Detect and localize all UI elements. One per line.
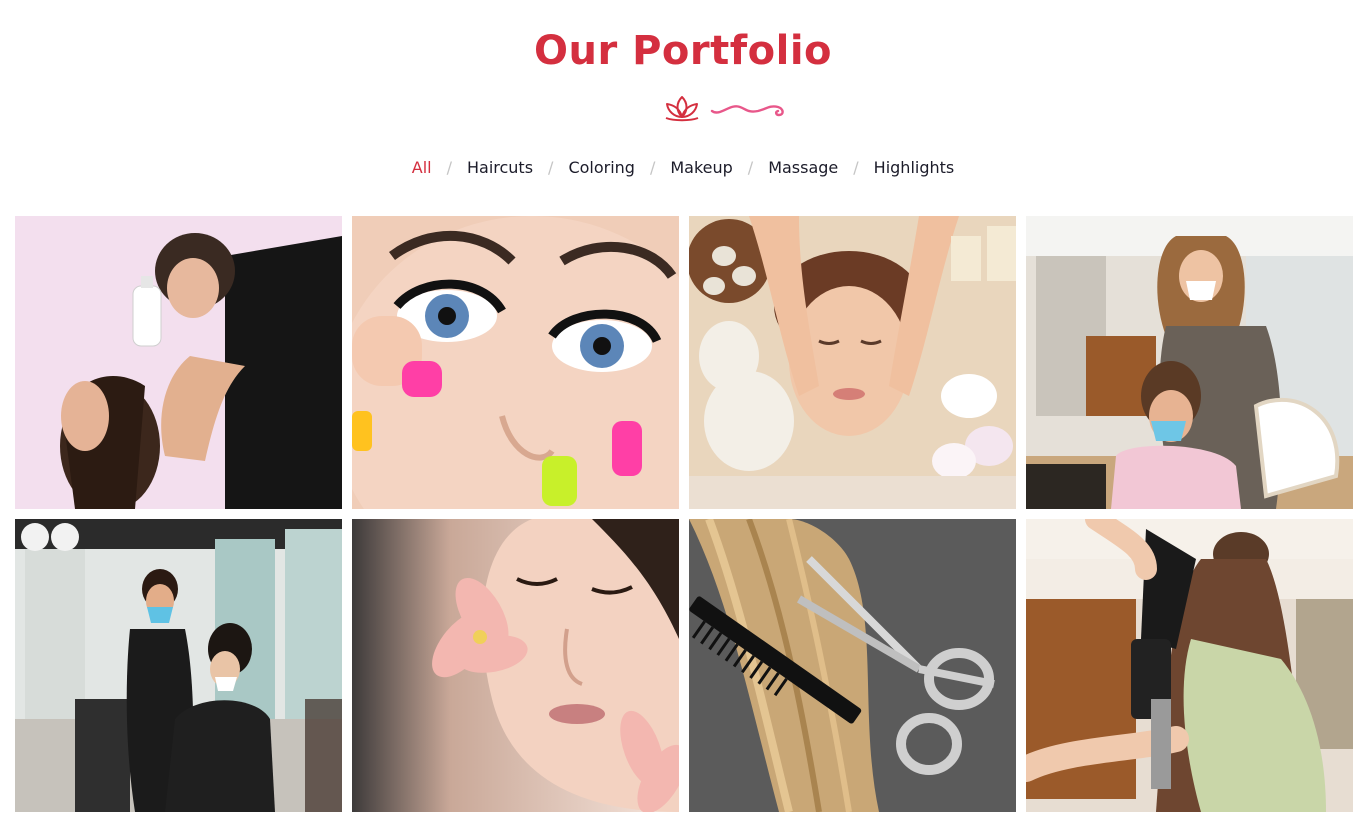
portfolio-filter-bar: All / Haircuts / Coloring / Makeup / Massage / Hig… [0,158,1366,177]
portfolio-image-salon-haircut[interactable] [15,519,342,812]
filter-separator: / [649,158,656,177]
filter-separator: / [853,158,859,177]
section-title: Our Portfolio [533,28,833,74]
portfolio-image-beauty-portrait[interactable] [352,519,679,812]
filter-separator: / [548,158,554,177]
portfolio-image-hair-treatment[interactable] [15,216,342,509]
filter-makeup[interactable]: Makeup [670,158,732,177]
filter-all[interactable]: All [412,158,432,177]
portfolio-image-scissors-comb[interactable] [689,519,1016,812]
filter-coloring[interactable]: Coloring [568,158,635,177]
filter-separator: / [747,158,754,177]
portfolio-image-eye-makeup[interactable] [352,216,679,509]
lotus-divider-icon [665,96,784,122]
filter-highlights[interactable]: Highlights [874,158,955,177]
filter-separator: / [446,158,452,177]
portfolio-image-blow-dry[interactable] [1026,519,1353,812]
portfolio-image-salon-coloring[interactable] [1026,216,1353,509]
filter-haircuts[interactable]: Haircuts [467,158,533,177]
filter-massage[interactable]: Massage [768,158,838,177]
portfolio-image-facial-massage[interactable] [689,216,1016,509]
